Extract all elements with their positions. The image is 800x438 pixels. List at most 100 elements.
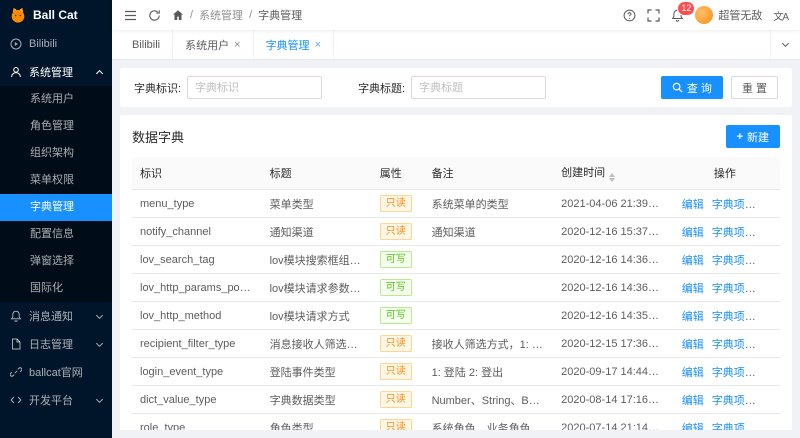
user-menu[interactable]: 超管无敌	[695, 6, 762, 24]
cell-actions: 编辑 字典项 删除	[669, 357, 780, 386]
cell-title: 字典数据类型	[261, 385, 372, 414]
action-dict-items[interactable]: 字典项	[712, 283, 745, 295]
dict-title-input[interactable]	[411, 76, 547, 99]
action-edit[interactable]: 编辑	[682, 283, 704, 295]
cell-remark	[423, 245, 554, 274]
home-icon[interactable]	[172, 9, 184, 21]
sidebar-item-label: Bilibili	[29, 38, 58, 50]
reset-button-label: 重 置	[741, 82, 767, 95]
play-circle-icon	[10, 38, 22, 50]
reset-button[interactable]: 重 置	[730, 76, 778, 99]
action-delete[interactable]: 删除	[753, 283, 775, 295]
sidebar-item-logs[interactable]: 日志管理	[0, 330, 112, 358]
menu-fold-icon[interactable]	[124, 9, 137, 22]
action-dict-items[interactable]: 字典项	[712, 395, 745, 407]
action-dict-items[interactable]: 字典项	[712, 339, 745, 351]
brand[interactable]: Ball Cat	[0, 0, 112, 30]
sort-icon[interactable]	[609, 173, 616, 182]
attr-tag: 只读	[379, 195, 412, 212]
cell-actions: 编辑 字典项 删除	[669, 189, 780, 218]
breadcrumb-item-system[interactable]: 系统管理	[199, 7, 243, 23]
cell-title: 角色类型	[261, 413, 372, 430]
action-delete[interactable]: 删除	[753, 423, 775, 431]
tab-item[interactable]: 字典管理 ×	[254, 30, 334, 59]
sidebar-item-notifications[interactable]: 消息通知	[0, 302, 112, 330]
action-delete[interactable]: 删除	[753, 199, 775, 211]
tab-close-icon[interactable]: ×	[234, 39, 240, 51]
column-label: 操作	[713, 168, 736, 180]
sidebar-subitem[interactable]: 菜单权限	[0, 167, 112, 194]
dict-title-field: 字典标题:	[358, 76, 547, 99]
reload-icon[interactable]	[148, 9, 161, 22]
action-edit[interactable]: 编辑	[682, 199, 704, 211]
column-label: 备注	[431, 168, 454, 180]
action-dict-items[interactable]: 字典项	[712, 423, 745, 431]
sidebar-subitem[interactable]: 组织架构	[0, 140, 112, 167]
action-delete[interactable]: 删除	[753, 367, 775, 379]
action-edit[interactable]: 编辑	[682, 367, 704, 379]
cell-title: lov模块请求参数位置	[261, 273, 372, 302]
action-dict-items[interactable]: 字典项	[712, 227, 745, 239]
sidebar-item-label: 消息通知	[29, 311, 73, 323]
tab-item[interactable]: 系统用户 ×	[173, 30, 254, 59]
sidebar-item-label: 日志管理	[29, 339, 73, 351]
sidebar-subitem[interactable]: 角色管理	[0, 113, 112, 140]
action-delete[interactable]: 删除	[753, 255, 775, 267]
search-actions: 查 询 重 置	[660, 76, 778, 99]
cell-actions: 编辑 字典项 删除	[669, 301, 780, 330]
table-row: lov_http_method lov模块请求方式 可写 2020-12-16 14:…	[132, 301, 780, 330]
action-edit[interactable]: 编辑	[682, 423, 704, 431]
column-label: 属性	[379, 168, 402, 180]
action-edit[interactable]: 编辑	[682, 339, 704, 351]
query-button-label: 查 询	[686, 82, 712, 95]
attr-tag: 可写	[379, 307, 412, 324]
table-row: dict_value_type 字典数据类型 只读 Number、String、Boo…	[132, 385, 780, 414]
cell-title: 菜单类型	[261, 189, 372, 218]
dict-title-label: 字典标题:	[358, 82, 406, 95]
submenu-system: 系统用户 角色管理 组织架构 菜单权限 字典管理 配置信息 弹窗选择 国际化	[0, 86, 112, 302]
tab-item[interactable]: Bilibili	[120, 30, 174, 59]
action-edit[interactable]: 编辑	[682, 311, 704, 323]
sidebar-item-ballcat-site[interactable]: ballcat官网	[0, 358, 112, 386]
attr-tag: 只读	[379, 419, 412, 430]
action-edit[interactable]: 编辑	[682, 395, 704, 407]
create-button[interactable]: + 新建	[725, 125, 780, 148]
action-dict-items[interactable]: 字典项	[712, 311, 745, 323]
col-created[interactable]: 创建时间	[553, 157, 670, 190]
sidebar-item-bilibili[interactable]: Bilibili	[0, 30, 112, 58]
sidebar-item-dev-platform[interactable]: 开发平台	[0, 386, 112, 414]
table-row: notify_channel 通知渠道 只读 通知渠道 2020-12-16 15:37…	[132, 217, 780, 246]
cat-logo-icon	[11, 7, 25, 23]
help-icon[interactable]	[623, 9, 636, 22]
action-edit[interactable]: 编辑	[682, 227, 704, 239]
sidebar-subitem[interactable]: 配置信息	[0, 221, 112, 248]
cell-remark: 1: 登陆 2: 登出	[423, 357, 554, 386]
dict-code-input[interactable]	[187, 76, 323, 99]
cell-remark: 系统菜单的类型	[423, 189, 554, 218]
tab-close-icon[interactable]: ×	[315, 39, 321, 51]
action-dict-items[interactable]: 字典项	[712, 199, 745, 211]
action-delete[interactable]: 删除	[753, 395, 775, 407]
col-remark: 备注	[423, 157, 554, 190]
sidebar-subitem[interactable]: 弹窗选择	[0, 248, 112, 275]
action-dict-items[interactable]: 字典项	[712, 255, 745, 267]
translate-icon[interactable]: 文A	[773, 8, 789, 23]
cell-code: lov_search_tag	[132, 245, 262, 274]
sidebar-subitem[interactable]: 字典管理	[0, 194, 112, 221]
sidebar-subitem[interactable]: 国际化	[0, 275, 112, 302]
sidebar-item-label: ballcat官网	[29, 367, 83, 379]
action-edit[interactable]: 编辑	[682, 255, 704, 267]
query-button[interactable]: 查 询	[660, 76, 723, 99]
action-delete[interactable]: 删除	[753, 227, 775, 239]
tab-options-button[interactable]	[770, 30, 800, 59]
sidebar: Ball Cat Bilibili 系统管理 系统用户 角色管理 组织架构 菜单权限字…	[0, 0, 112, 438]
action-dict-items[interactable]: 字典项	[712, 367, 745, 379]
sidebar-subitem[interactable]: 系统用户	[0, 86, 112, 113]
table-row: lov_http_params_position lov模块请求参数位置 可写 202…	[132, 273, 780, 302]
notifications-bell-icon[interactable]: 12	[671, 1, 695, 22]
fullscreen-icon[interactable]	[647, 8, 660, 22]
action-delete[interactable]: 删除	[753, 311, 775, 323]
action-delete[interactable]: 删除	[753, 339, 775, 351]
user-icon	[11, 67, 21, 78]
sidebar-item-system-management[interactable]: 系统管理	[0, 58, 112, 86]
